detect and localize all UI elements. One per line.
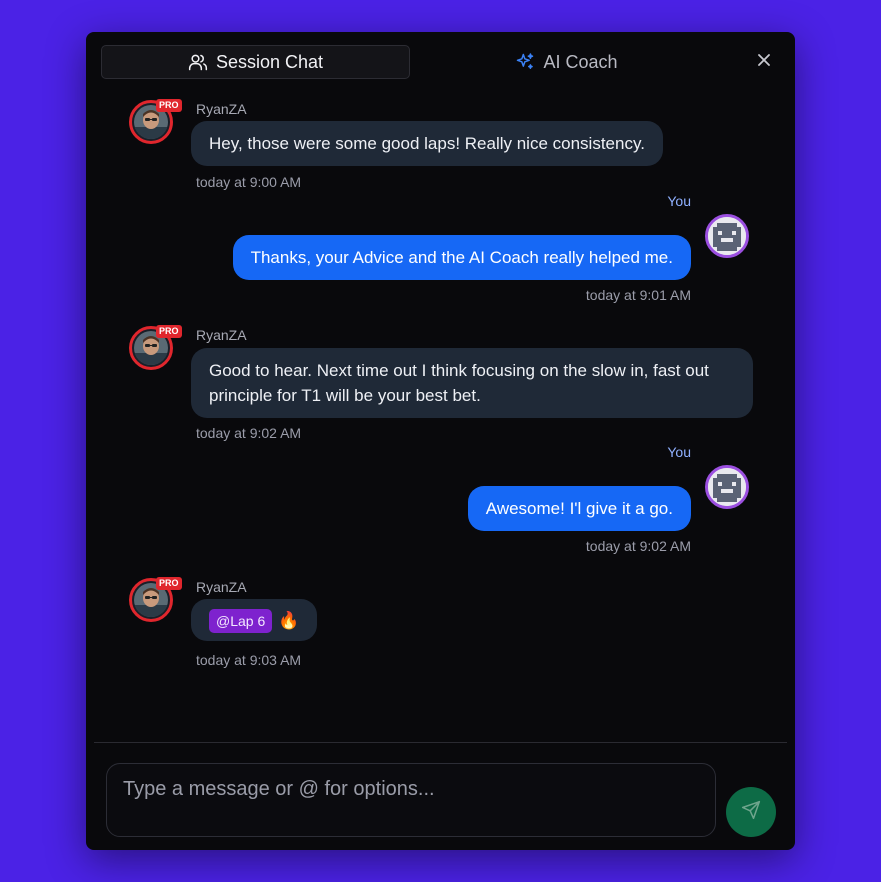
sender-name: RyanZA: [196, 327, 247, 343]
message-timestamp: today at 9:00 AM: [196, 174, 302, 190]
tab-ai-coach[interactable]: AI Coach: [412, 45, 721, 79]
sender-name: RyanZA: [196, 579, 247, 595]
sender-name: RyanZA: [196, 101, 247, 117]
pro-badge: PRO: [156, 577, 182, 590]
sparkles-icon: [515, 52, 535, 72]
close-icon: [757, 53, 771, 72]
tab-session-chat[interactable]: Session Chat: [101, 45, 411, 79]
message-bubble: @Lap 6 🔥: [191, 599, 318, 642]
tab-session-chat-label: Session Chat: [215, 51, 324, 72]
robot-icon: [708, 217, 746, 255]
lap-mention-chip[interactable]: @Lap 6: [209, 608, 273, 633]
message-timestamp: today at 9:01 AM: [585, 287, 691, 303]
close-button[interactable]: [754, 52, 774, 72]
tab-ai-coach-label: AI Coach: [543, 51, 618, 72]
avatar[interactable]: PRO: [129, 577, 182, 622]
composer-divider: [94, 742, 787, 743]
message-list[interactable]: PRO RyanZA Hey, those were some good lap…: [86, 92, 795, 742]
sender-name: You: [667, 193, 691, 209]
avatar[interactable]: PRO: [129, 99, 182, 144]
users-icon: [188, 52, 208, 72]
message-bubble: Good to hear. Next time out I think focu…: [191, 348, 753, 418]
pro-badge: PRO: [156, 325, 182, 338]
message-timestamp: today at 9:02 AM: [196, 425, 302, 441]
robot-icon: [708, 468, 746, 506]
message-input[interactable]: Type a message or @ for options...: [106, 763, 716, 837]
message-bubble: Thanks, your Advice and the AI Coach rea…: [232, 235, 691, 280]
message-bubble: Hey, those were some good laps! Really n…: [191, 121, 663, 166]
avatar[interactable]: [705, 214, 749, 258]
tab-bar: Session Chat AI Coach: [101, 45, 721, 79]
send-button[interactable]: [726, 787, 776, 837]
avatar[interactable]: PRO: [129, 325, 182, 370]
sender-name: You: [667, 444, 691, 460]
message-bubble: Awesome! I'l give it a go.: [467, 486, 691, 531]
message-timestamp: today at 9:03 AM: [196, 652, 302, 668]
pro-badge: PRO: [156, 99, 182, 112]
send-icon: [741, 800, 761, 825]
avatar[interactable]: [705, 465, 749, 509]
fire-emoji: 🔥: [278, 611, 300, 631]
message-timestamp: today at 9:02 AM: [585, 538, 691, 554]
chat-window: Session Chat AI Coach PRO RyanZA Hey, th…: [86, 32, 795, 850]
